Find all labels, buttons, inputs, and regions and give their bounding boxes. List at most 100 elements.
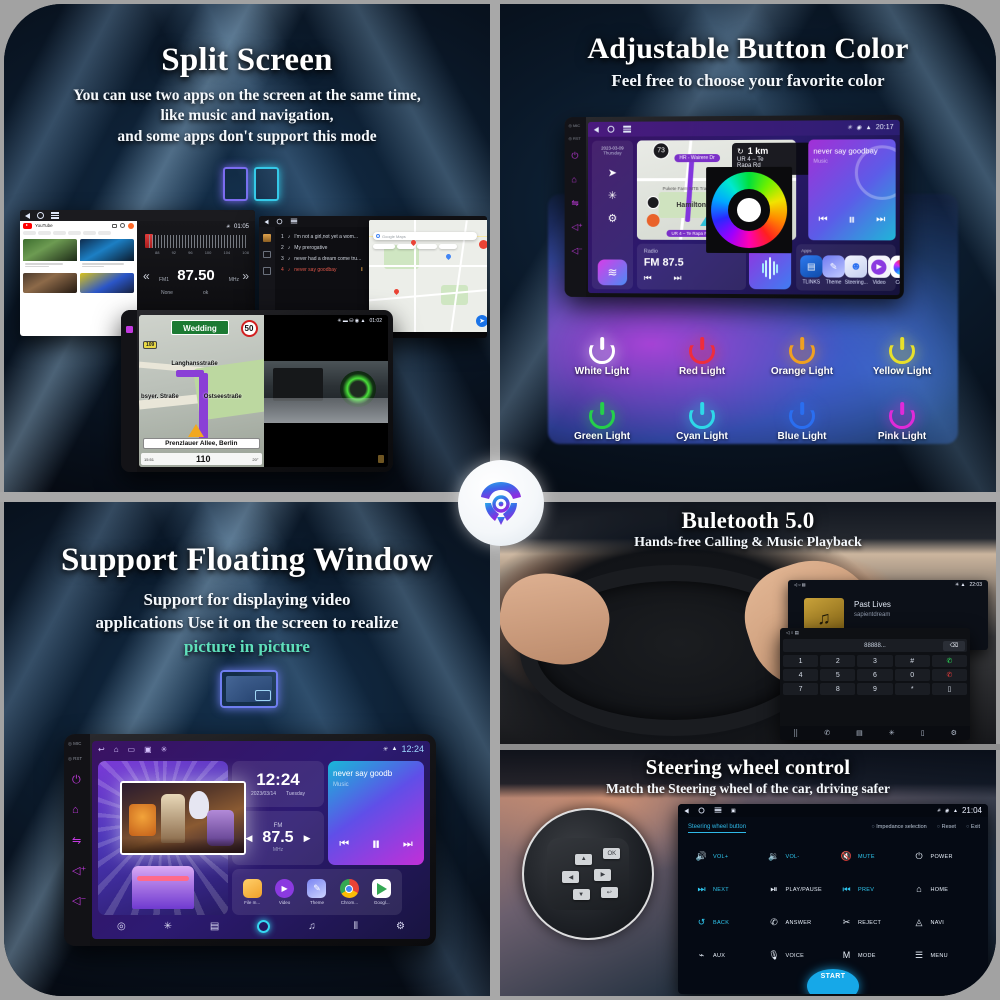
back-icon[interactable]: ⇋ — [571, 198, 578, 209]
playlist-item[interactable]: 2 ♪ My prerogative — [277, 242, 367, 253]
app-theme[interactable]: ✎ Theme — [822, 255, 845, 285]
call-button[interactable]: ✆ — [931, 655, 967, 667]
volume-down-icon[interactable]: ◁⁻ — [571, 246, 582, 257]
app-steering[interactable]: ☻ Steering... — [844, 255, 868, 285]
key-hash[interactable]: # — [894, 655, 930, 667]
swc-button-vol-up[interactable]: 🔊 VOL+ — [688, 840, 761, 873]
back-icon[interactable]: ⇋ — [72, 834, 81, 847]
apps-widget[interactable]: Apps ▤ TLINKS ✎ Theme ☻ Steering... ▶ Vi… — [796, 244, 900, 292]
nav-compass-icon[interactable] — [646, 196, 660, 209]
up-arrow-button[interactable]: ▲ — [575, 853, 593, 865]
radio-icon[interactable]: ▤ — [210, 921, 219, 932]
unit-side-rail[interactable]: ◎ MIC ◎ RST ⏻ ⌂ ⇋ ◁⁺ ◁⁻ — [564, 117, 587, 297]
ok-button[interactable]: OK — [603, 848, 621, 860]
video-card[interactable] — [23, 239, 77, 270]
swc-button-prev[interactable]: ⏮ PREV — [833, 873, 906, 906]
prev-track-icon[interactable]: ⏮ — [339, 838, 349, 851]
folder-icon[interactable] — [263, 267, 271, 275]
device-icon[interactable]: ▯ — [921, 729, 925, 737]
unit-side-rail[interactable] — [121, 310, 137, 472]
music-icon[interactable]: ♫ — [308, 921, 316, 932]
music-widget[interactable]: never say goodbay Music ⏮ ⏸ ⏭ — [808, 139, 896, 241]
navigation-icon[interactable]: ◎ — [117, 921, 126, 932]
pause-icon[interactable]: ⏸ — [371, 834, 380, 855]
cast-icon[interactable] — [112, 223, 117, 228]
dialer-dock[interactable]: ⣿ ✆ ▤ ✳ ▯ ⚙ — [780, 726, 970, 740]
left-arrow-button[interactable]: ◀ — [562, 871, 580, 884]
swc-button-grid[interactable]: 🔊 VOL+ 🔉 VOL- 🔇 MUTE ⏻ POWER ⏭ NEXT ⏯ PLAY/PAU… — [688, 840, 978, 972]
video-card[interactable] — [23, 273, 77, 293]
app-tlinks[interactable]: ▤ TLINKS — [800, 255, 823, 285]
light-button-pink[interactable]: Pink Light — [852, 402, 952, 442]
swc-button-mute[interactable]: 🔇 MUTE — [833, 840, 906, 873]
down-arrow-button[interactable]: ▼ — [572, 889, 590, 901]
backspace-icon[interactable]: ⌫ — [943, 640, 965, 651]
key-8[interactable]: 8 — [820, 683, 856, 695]
key-4[interactable]: 4 — [783, 669, 819, 681]
assistant-icon[interactable] — [257, 919, 271, 933]
back-icon[interactable] — [264, 219, 269, 224]
recent-calls-icon[interactable]: ✆ — [824, 729, 830, 737]
option-reset[interactable]: Reset — [937, 824, 956, 830]
swc-button-menu[interactable]: ☰ MENU — [906, 939, 979, 972]
apps-row[interactable]: File m... ▶ Video ✎ Theme Chrom... Googl… — [232, 869, 402, 915]
swc-button-power[interactable]: ⏻ POWER — [906, 840, 979, 873]
light-button-red[interactable]: Red Light — [652, 337, 752, 377]
color-picker-overlay[interactable] — [706, 166, 793, 254]
youtube-app-pane[interactable]: YouTube — [20, 221, 137, 336]
unit-side-rail[interactable]: ◎ MIC ◎ RST ⏻ ⌂ ⇋ ◁⁺ ◁⁻ — [64, 734, 90, 946]
swc-button-answer[interactable]: ✆ ANSWER — [761, 906, 834, 939]
light-button-cyan[interactable]: Cyan Light — [652, 402, 752, 442]
contacts-icon[interactable]: ▤ — [856, 729, 863, 737]
search-icon[interactable] — [120, 223, 125, 228]
left-widget-column[interactable]: 2023-03-09 Thursday ➤ ✳ ⚙ ≋ — [591, 140, 634, 290]
bluetooth-icon[interactable]: ✳ — [161, 745, 168, 754]
tab-steering-wheel-button[interactable]: Steering wheel button — [688, 824, 747, 833]
key-5[interactable]: 5 — [820, 669, 856, 681]
car-head-unit[interactable]: ◎ MIC ◎ RST ⏻ ⌂ ⇋ ◁⁺ ◁⁻ ✳ ◉ ▲ 20:17 2023… — [564, 114, 904, 300]
key-1[interactable]: 1 — [783, 655, 819, 667]
screenshot-icon[interactable]: ▣ — [731, 808, 736, 814]
car-head-unit-floating[interactable]: ◎ MIC ◎ RST ⏻ ⌂ ⇋ ◁⁺ ◁⁻ ↩ ⌂ ▭ ▣ ✳ ✳ ▲ 12… — [64, 734, 436, 946]
key-6[interactable]: 6 — [857, 669, 893, 681]
prev-station-icon[interactable]: ◀ — [246, 833, 253, 844]
home-icon[interactable] — [607, 125, 615, 133]
pause-icon[interactable]: ⏸ — [848, 211, 855, 228]
screenshot-icon[interactable]: ▣ — [144, 745, 152, 754]
home-icon[interactable] — [37, 212, 44, 219]
back-icon[interactable] — [593, 126, 599, 133]
color-wheel-picker[interactable] — [711, 171, 788, 249]
playlist-item[interactable]: 3 ♪ never had a dream come tru... — [277, 253, 367, 264]
navigation-icon[interactable]: ➤ — [608, 166, 617, 179]
light-button-orange[interactable]: Orange Light — [752, 337, 852, 377]
prev-station-icon[interactable]: ⏮ — [644, 273, 652, 284]
back-arrow-button[interactable]: ↩ — [600, 886, 618, 898]
app-chrome[interactable]: Chrom... — [339, 879, 359, 905]
equalizer-widget[interactable] — [748, 247, 792, 290]
app-video[interactable]: ▶ Video — [867, 255, 891, 286]
swc-button-reject[interactable]: ✂ REJECT — [833, 906, 906, 939]
home-icon[interactable]: ⌂ — [72, 804, 79, 816]
swc-button-play-pause[interactable]: ⏯ PLAY/PAUSE — [761, 873, 834, 906]
swc-button-aux[interactable]: ⌁ AUX — [688, 939, 761, 972]
volume-up-icon[interactable]: ◁⁺ — [72, 864, 86, 877]
avatar[interactable] — [128, 222, 134, 229]
app-color[interactable]: Color — [890, 255, 900, 286]
key-3[interactable]: 3 — [857, 655, 893, 667]
back-icon[interactable]: ↩ — [98, 745, 105, 754]
playlist-item[interactable]: 1 ♪ I'm not a girl,not yet a wom... — [277, 231, 367, 242]
maps-navigate-button[interactable]: ➤ — [476, 315, 487, 327]
screen-options[interactable]: Impedance selection Reset Exit — [871, 824, 980, 830]
option-impedance-selection[interactable]: Impedance selection — [871, 824, 926, 830]
maps-search-bar[interactable]: Google Maps — [373, 232, 477, 240]
menu-icon[interactable] — [623, 126, 632, 133]
nav-video-screen[interactable]: Wedding 50 109 Langhansstraße Ostseestra… — [139, 315, 388, 467]
settings-icon[interactable]: ⚙ — [951, 729, 957, 737]
maps-chip-row[interactable] — [373, 244, 487, 249]
start-button[interactable]: START — [807, 969, 859, 994]
next-station-icon[interactable]: ▶ — [304, 833, 311, 844]
recents-icon[interactable]: ▭ — [128, 745, 136, 754]
power-icon[interactable]: ⏻ — [571, 151, 578, 162]
video-player-pane[interactable]: ✳ ▬ ⛁ ◉ ▲ 01:02 — [263, 315, 388, 467]
next-track-icon[interactable]: ⏭ — [403, 838, 413, 851]
